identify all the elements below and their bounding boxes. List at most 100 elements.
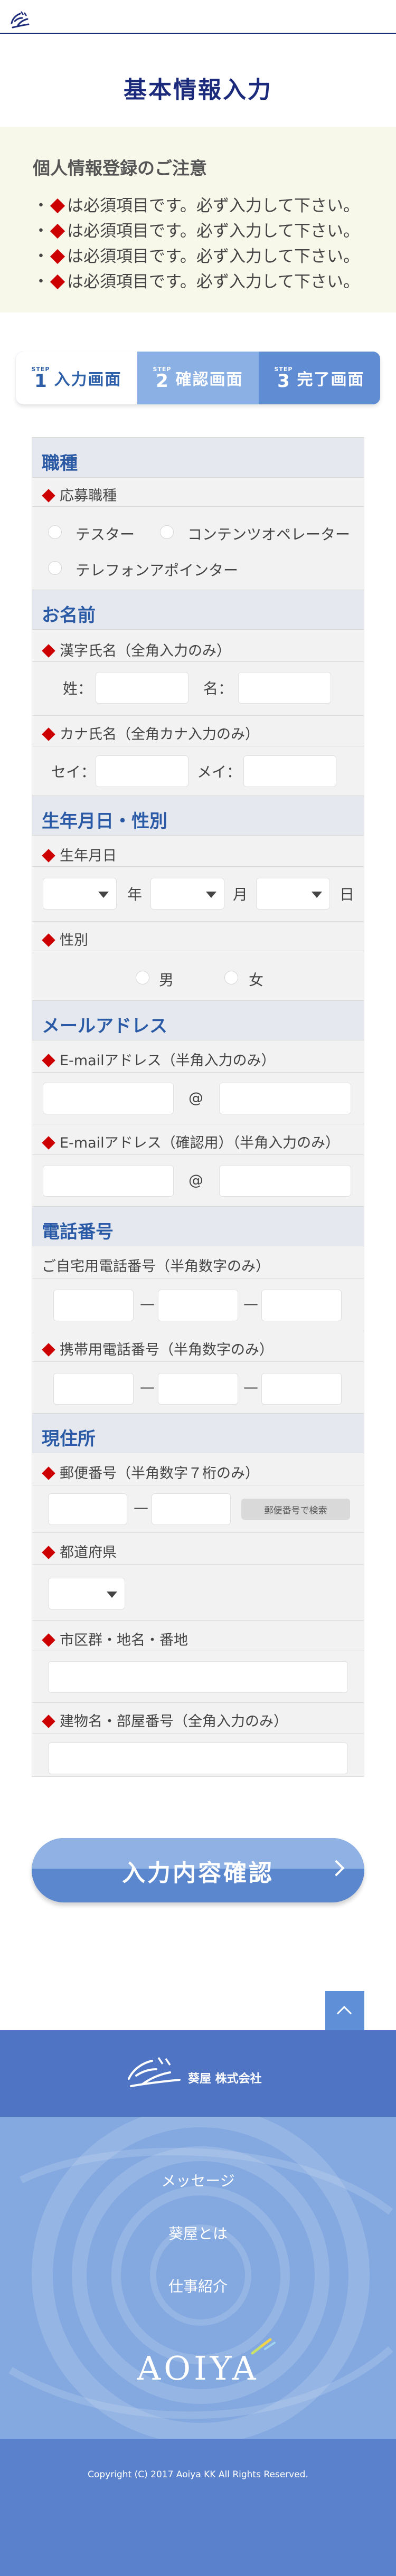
- email-confirm-local-input[interactable]: [43, 1165, 174, 1197]
- zip-2-input[interactable]: [152, 1493, 231, 1525]
- radio-male[interactable]: [136, 971, 149, 984]
- divider: [32, 921, 364, 922]
- divider: [32, 1154, 364, 1155]
- kanji-name-label: 漢字氏名（全角入力のみ）: [42, 639, 231, 660]
- page-title: 基本情報入力: [124, 77, 272, 103]
- step-1: STEP 1 入力画面: [16, 352, 137, 404]
- prefecture-select[interactable]: [48, 1578, 125, 1609]
- radio-female[interactable]: [224, 971, 238, 984]
- email-confirm-label: E-mailアドレス（確認用）（半角入力のみ）: [42, 1131, 340, 1152]
- footer-nav-jobs[interactable]: 仕事紹介: [0, 2275, 396, 2296]
- phone-sep: —: [243, 1378, 258, 1396]
- option-tester: テスター: [76, 526, 135, 543]
- step-label: 確認画面: [175, 371, 243, 389]
- birth-day-select[interactable]: [256, 878, 330, 910]
- footer-nav-about[interactable]: 葵屋とは: [0, 2222, 396, 2243]
- kana-sei-label: セイ：: [51, 763, 96, 781]
- mei-label: 名：: [203, 680, 233, 697]
- home-phone-3-input[interactable]: [261, 1290, 342, 1321]
- chevron-down-icon: [312, 892, 322, 898]
- job-label: 応募職種: [42, 484, 117, 505]
- phone-sep: —: [140, 1378, 155, 1396]
- phone-sep: —: [243, 1295, 258, 1312]
- email-domain-input[interactable]: [219, 1083, 351, 1114]
- sei-input[interactable]: [96, 672, 188, 704]
- building-input[interactable]: [48, 1742, 348, 1774]
- notice-box: 個人情報登録のご注意 ・は必須項目です。必ず入力して下さい。 ・は必須項目です。…: [0, 127, 396, 312]
- kana-sei-input[interactable]: [96, 755, 188, 787]
- footer-nav-message[interactable]: メッセージ: [0, 2170, 396, 2191]
- divider: [32, 1733, 364, 1734]
- footer-logo[interactable]: [121, 2053, 190, 2090]
- step-2: STEP 2 確認画面: [137, 352, 259, 404]
- zip-sep: —: [134, 1499, 148, 1516]
- required-icon: [42, 727, 55, 741]
- radio-contents-operator[interactable]: [160, 525, 174, 539]
- divider: [32, 1532, 364, 1533]
- required-icon: [42, 1715, 55, 1728]
- required-icon: [42, 489, 55, 503]
- male-label: 男: [159, 971, 174, 989]
- divider: [32, 661, 364, 662]
- required-icon: [42, 644, 55, 658]
- divider: [32, 1564, 364, 1565]
- chevron-down-icon: [107, 1592, 117, 1598]
- divider: [32, 715, 364, 716]
- city-label: 市区群・地名・番地: [42, 1628, 188, 1649]
- back-to-top-button[interactable]: [325, 1991, 364, 2030]
- zip-search-button[interactable]: 郵便番号で検索: [241, 1499, 350, 1520]
- divider: [32, 1620, 364, 1621]
- required-icon: [42, 1343, 55, 1357]
- birth-month-select[interactable]: [150, 878, 224, 910]
- mobile-phone-1-input[interactable]: [53, 1373, 134, 1405]
- notice-title: 個人情報登録のご注意: [33, 158, 207, 178]
- divider: [32, 866, 364, 867]
- year-label: 年: [127, 886, 143, 903]
- required-icon: [42, 1546, 55, 1559]
- zip-1-input[interactable]: [48, 1493, 127, 1525]
- brand-wordmark: AOIYA: [137, 2349, 259, 2388]
- logo[interactable]: [7, 7, 32, 32]
- gender-label: 性別: [42, 929, 88, 949]
- phone-sep: —: [140, 1295, 155, 1312]
- required-icon: [50, 223, 65, 239]
- required-icon: [50, 249, 65, 264]
- mobile-phone-2-input[interactable]: [158, 1373, 238, 1405]
- city-input[interactable]: [48, 1661, 348, 1693]
- confirm-button[interactable]: 入力内容確認: [32, 1838, 364, 1902]
- building-label: 建物名・部屋番号（全角入力のみ）: [42, 1710, 288, 1730]
- radio-tester[interactable]: [48, 525, 62, 539]
- header-divider: [0, 33, 396, 34]
- footer-nav-area: メッセージ 葵屋とは 仕事紹介 AOIYA: [0, 2117, 396, 2439]
- required-icon: [42, 1054, 55, 1067]
- home-phone-label: ご自宅用電話番号（半角数字のみ）: [42, 1258, 270, 1275]
- home-phone-2-input[interactable]: [158, 1290, 238, 1321]
- radio-telephone-appointer[interactable]: [48, 561, 62, 575]
- application-form: 職種 応募職種 テスター コンテンツオペレーター テレフォンアポインター お名前…: [32, 437, 364, 1777]
- chevron-down-icon: [206, 892, 216, 898]
- birth-year-select[interactable]: [43, 878, 117, 910]
- prefecture-label: 都道府県: [42, 1541, 117, 1561]
- kana-mei-label: メイ：: [197, 763, 242, 781]
- footer-company-name: 葵屋 株式会社: [188, 2072, 262, 2086]
- section-job: 職種: [32, 438, 364, 478]
- divider: [32, 1702, 364, 1703]
- home-phone-1-input[interactable]: [53, 1290, 134, 1321]
- day-label: 日: [340, 886, 355, 903]
- step-label: 入力画面: [54, 371, 122, 389]
- copyright: Copyright (C) 2017 Aoiya KK All Rights R…: [88, 2469, 308, 2480]
- at-sign: @: [188, 1171, 203, 1189]
- section-birth-gender: 生年月日・性別: [32, 795, 364, 836]
- option-telephone-appointer: テレフォンアポインター: [76, 562, 239, 579]
- email-confirm-domain-input[interactable]: [219, 1165, 351, 1197]
- email-local-input[interactable]: [43, 1083, 174, 1114]
- sei-label: 姓：: [63, 680, 93, 697]
- mobile-phone-3-input[interactable]: [261, 1373, 342, 1405]
- notice-line: ・は必須項目です。必ず入力して下さい。: [33, 222, 360, 241]
- mobile-phone-label: 携帯用電話番号（半角数字のみ）: [42, 1338, 274, 1359]
- kana-mei-input[interactable]: [243, 755, 336, 787]
- required-icon: [42, 933, 55, 947]
- birth-label: 生年月日: [42, 844, 117, 865]
- sparkle-icon: [251, 2338, 276, 2355]
- mei-input[interactable]: [238, 672, 331, 704]
